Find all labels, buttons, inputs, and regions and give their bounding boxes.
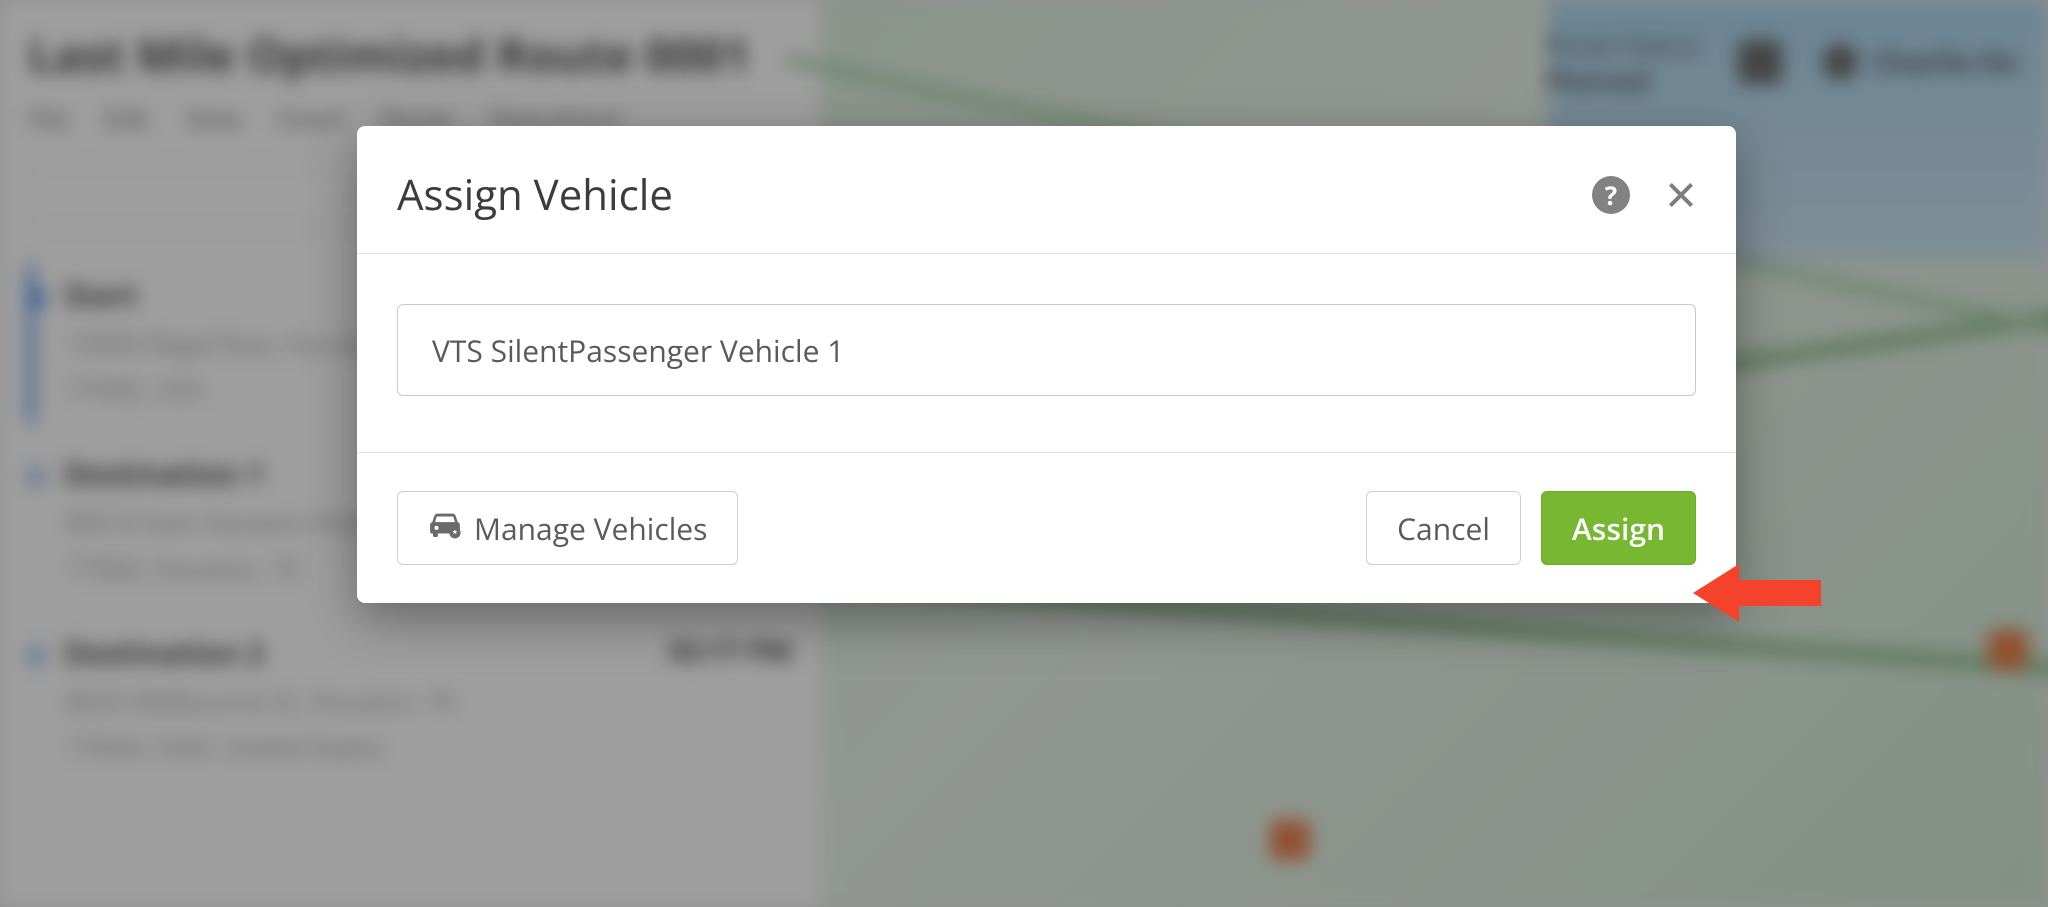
- cancel-button[interactable]: Cancel: [1366, 491, 1521, 565]
- help-icon[interactable]: ?: [1592, 176, 1630, 214]
- manage-vehicles-label: Manage Vehicles: [474, 508, 707, 549]
- modal-title: Assign Vehicle: [397, 166, 1592, 223]
- assign-vehicle-modal: Assign Vehicle ? Manage Vehicles Cancel …: [357, 126, 1736, 603]
- close-icon[interactable]: [1666, 180, 1696, 210]
- vehicle-input[interactable]: [397, 304, 1696, 396]
- assign-button[interactable]: Assign: [1541, 491, 1696, 565]
- assign-label: Assign: [1572, 508, 1665, 549]
- manage-vehicles-button[interactable]: Manage Vehicles: [397, 491, 738, 565]
- cancel-label: Cancel: [1397, 508, 1490, 549]
- vehicle-settings-icon: [428, 508, 462, 549]
